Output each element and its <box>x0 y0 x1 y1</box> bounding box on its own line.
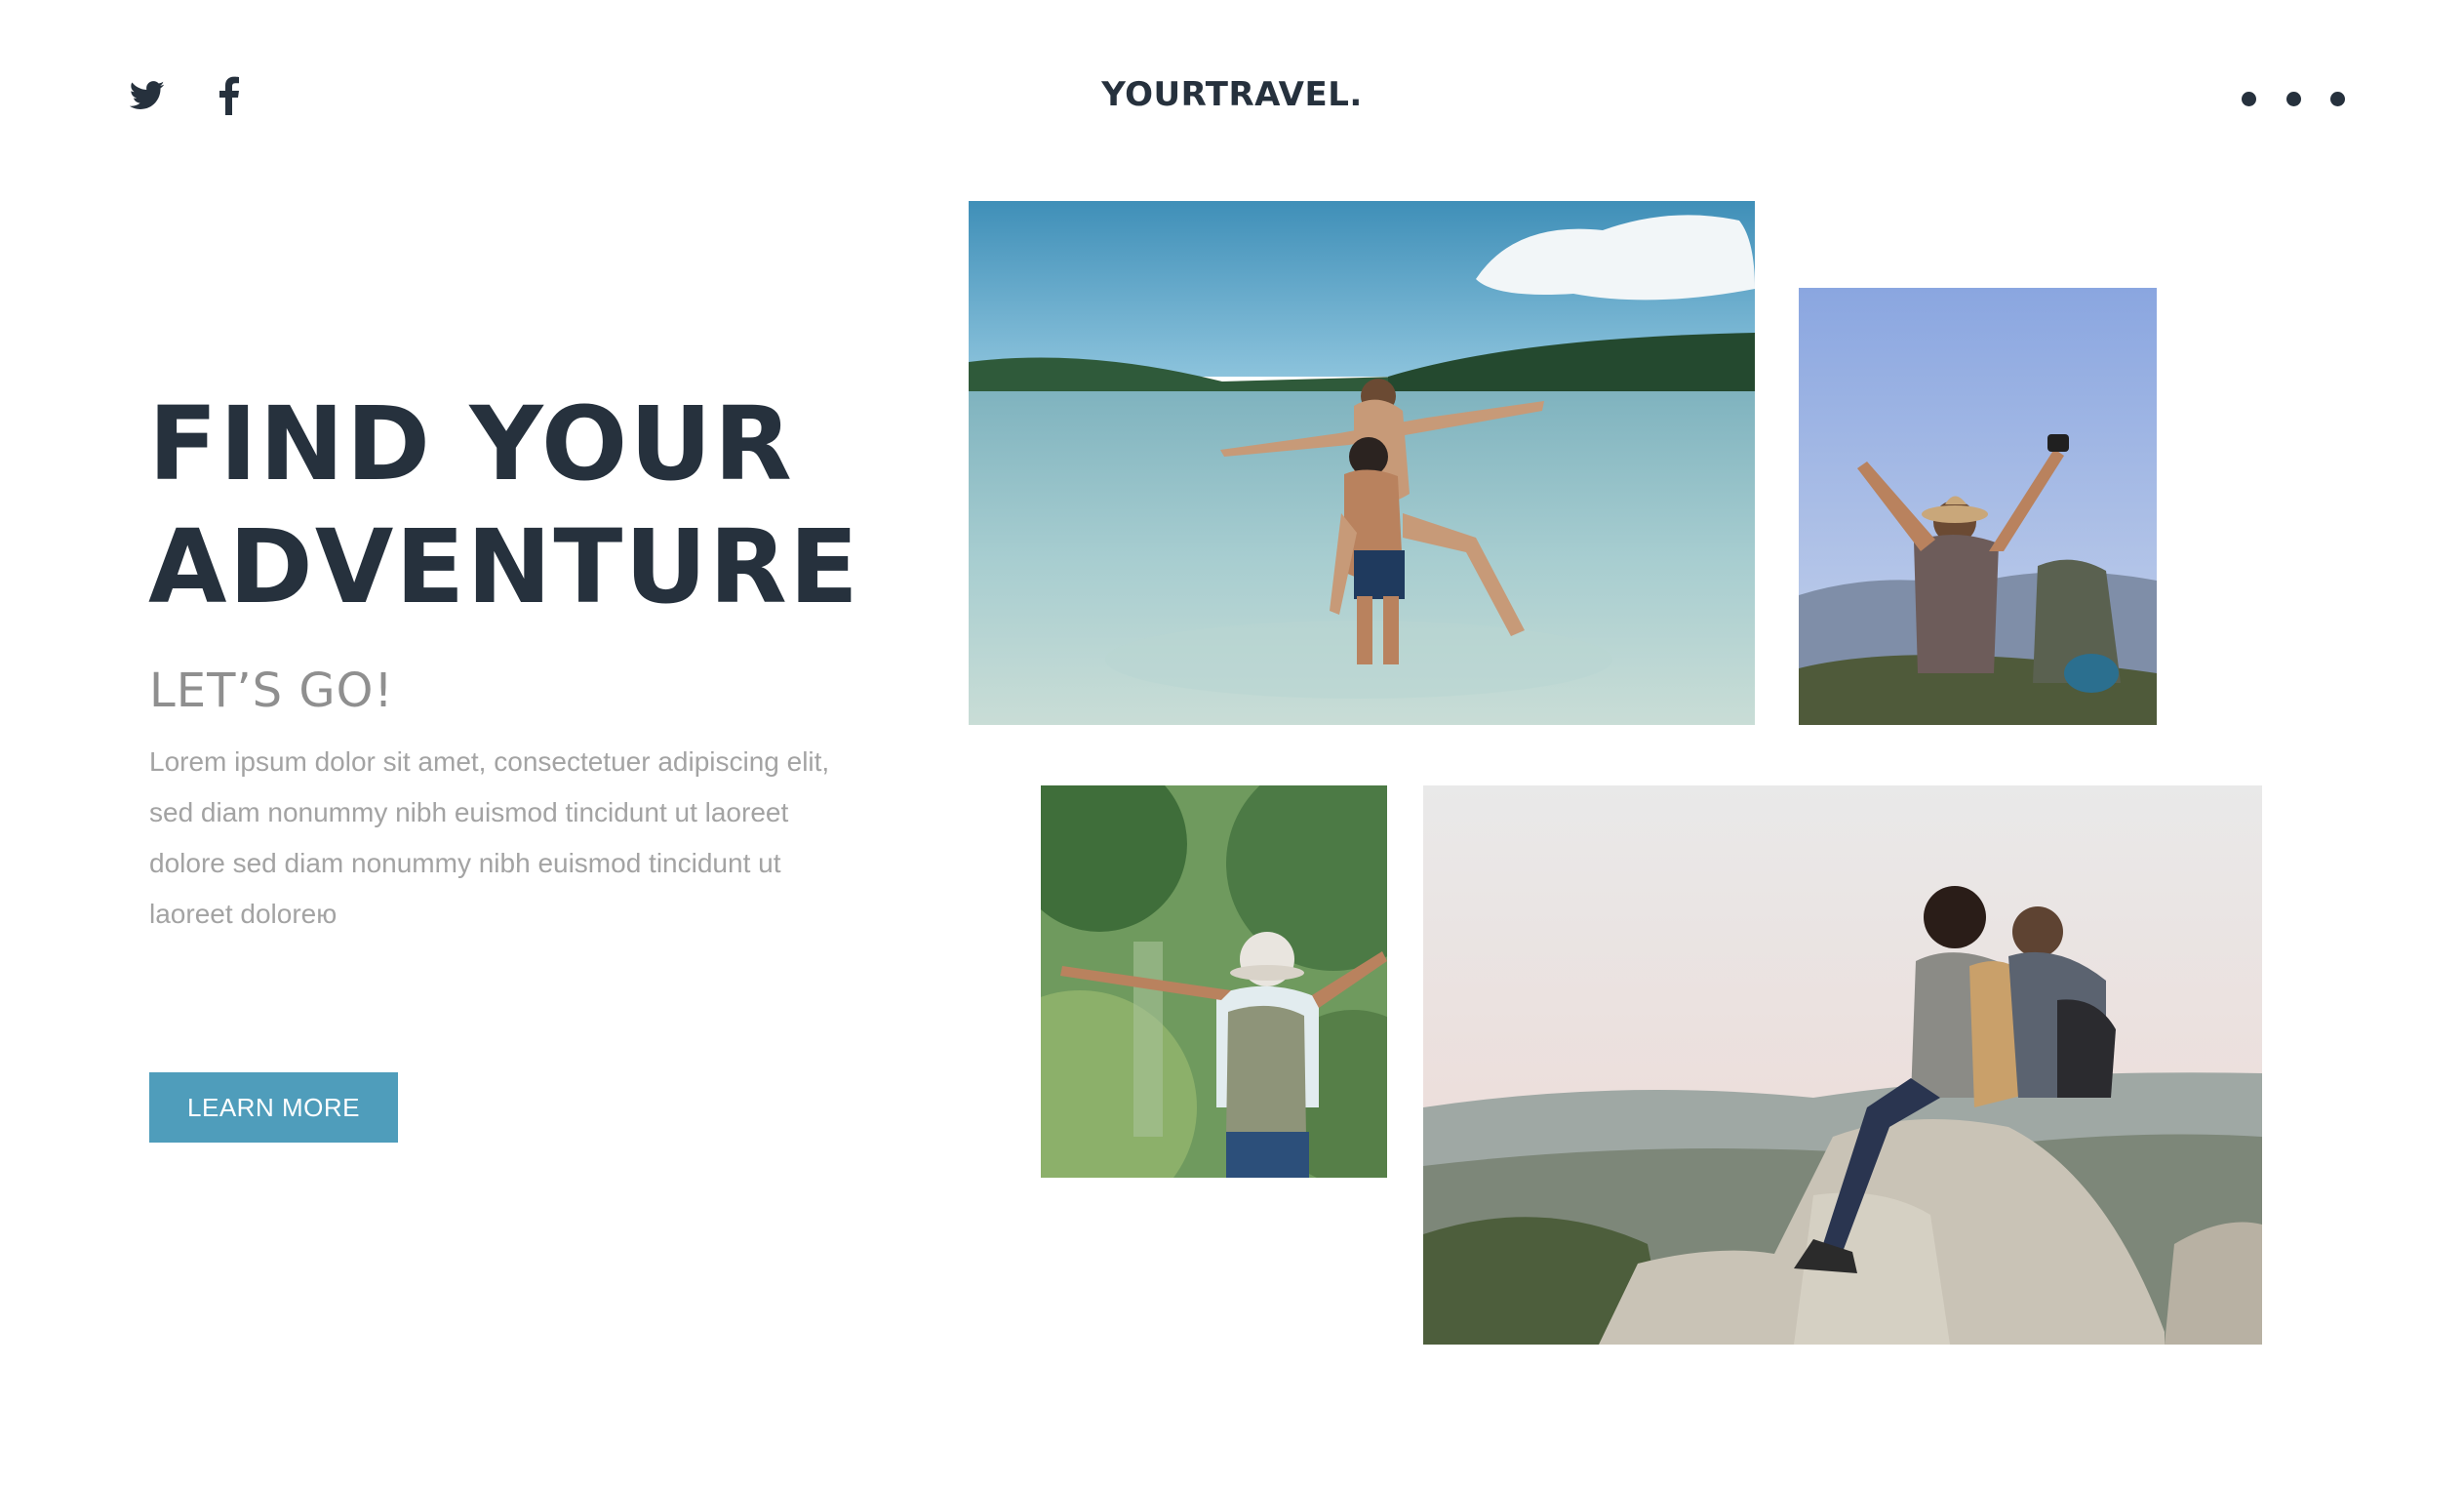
hero-headline-line1: FIND YOUR <box>148 384 794 503</box>
photo-couple-beach <box>969 201 1755 725</box>
hero-subheadline: LET’S GO! <box>149 663 394 718</box>
more-dots-icon <box>2242 91 2256 106</box>
hero-headline-line2: ADVENTURE <box>148 507 860 626</box>
hero-headline: FIND YOUR ADVENTURE <box>148 382 860 628</box>
more-dots-icon <box>2285 91 2301 106</box>
hero-body-text: Lorem ipsum dolor sit amet, consectetuer… <box>149 746 830 929</box>
social-links <box>130 76 239 115</box>
more-menu-button[interactable] <box>2242 83 2345 114</box>
photo-hiker-summit <box>1799 288 2157 725</box>
learn-more-button[interactable]: LEARN MORE <box>149 1072 398 1143</box>
photo-couple-cliff <box>1423 785 2262 1345</box>
facebook-icon[interactable] <box>219 76 239 115</box>
more-dots-icon <box>2330 91 2345 106</box>
brand-logo[interactable]: YOURTRAVEL. <box>0 75 2464 114</box>
landing-page: YOURTRAVEL. FIND YOUR ADVENTURE LET’S GO… <box>0 0 2464 1487</box>
photo-backpacker-forest <box>1041 785 1387 1178</box>
twitter-icon[interactable] <box>130 81 165 110</box>
